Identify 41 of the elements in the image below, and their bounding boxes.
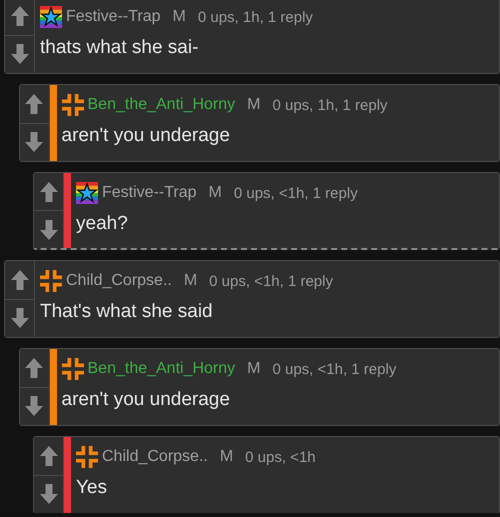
- mod-label: M: [184, 272, 198, 290]
- comment-meta: 0 ups, <1h, 1 reply: [234, 184, 358, 202]
- down-arrow-icon: [10, 43, 30, 66]
- upvote-button[interactable]: [34, 173, 63, 211]
- username-link[interactable]: Child_Corpse..: [66, 272, 172, 290]
- comment-text: aren't you underage: [62, 389, 231, 411]
- comment-meta: 0 ups, 1h, 1 reply: [272, 96, 388, 114]
- mod-label: M: [220, 448, 234, 466]
- username-link[interactable]: Ben_the_Anti_Horny: [88, 360, 236, 378]
- comment-text: That's what she said: [40, 301, 214, 323]
- up-arrow-icon: [24, 356, 44, 379]
- down-arrow-icon: [38, 483, 58, 506]
- comment-text: thats what she sai-: [40, 37, 200, 59]
- mod-label: M: [247, 96, 260, 114]
- comment-meta: 0 ups, <1h, 1 reply: [272, 360, 396, 378]
- up-arrow-icon: [10, 268, 30, 291]
- mod-label: M: [172, 8, 186, 26]
- comment-meta: 0 ups, <1h: [245, 448, 316, 466]
- username-link[interactable]: Ben_the_Anti_Horny: [88, 96, 236, 114]
- username-link[interactable]: Festive--Trap: [102, 184, 197, 202]
- username-link[interactable]: Festive--Trap: [66, 8, 161, 26]
- comment-text: yeah?: [76, 213, 129, 235]
- upvote-button[interactable]: [20, 85, 48, 124]
- down-arrow-icon: [24, 131, 44, 154]
- mod-label: M: [247, 360, 260, 378]
- up-arrow-icon: [38, 444, 58, 467]
- comment-meta: 0 ups, <1h, 1 reply: [209, 272, 333, 290]
- comment-text: aren't you underage: [62, 125, 231, 147]
- upvote-button[interactable]: [20, 349, 48, 388]
- up-arrow-icon: [10, 4, 30, 27]
- down-arrow-icon: [24, 395, 44, 418]
- mod-label: M: [208, 184, 222, 202]
- comment-text: Yes: [76, 477, 108, 499]
- down-arrow-icon: [38, 218, 58, 240]
- up-arrow-icon: [38, 180, 58, 202]
- comment-meta: 0 ups, 1h, 1 reply: [198, 8, 313, 26]
- username-link[interactable]: Child_Corpse..: [102, 448, 208, 466]
- down-arrow-icon: [10, 307, 30, 330]
- upvote-button[interactable]: [5, 261, 34, 300]
- up-arrow-icon: [24, 92, 44, 115]
- upvote-button[interactable]: [34, 437, 63, 476]
